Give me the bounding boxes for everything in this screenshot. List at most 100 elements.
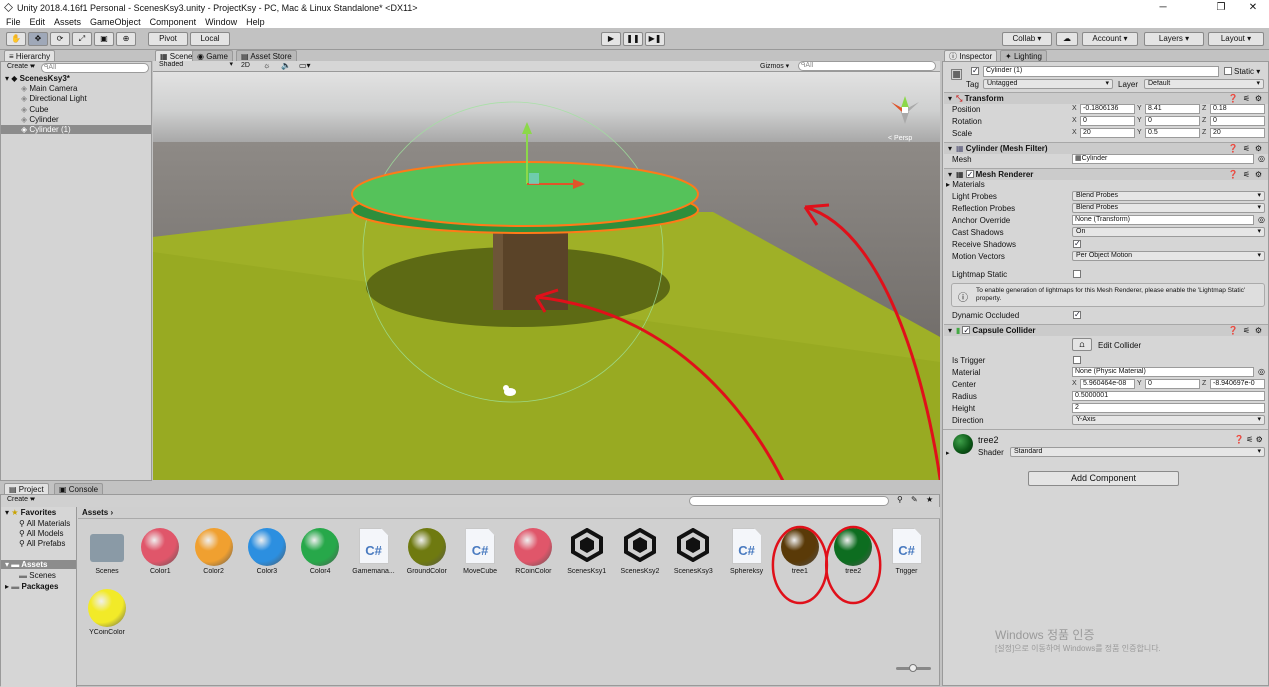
object-name-input[interactable]: Cylinder (1) — [983, 66, 1219, 77]
help-icon[interactable]: ❓ — [1228, 93, 1238, 104]
settings-gear-icon[interactable]: ⚙ — [1255, 143, 1262, 154]
center-y-field[interactable]: 0 — [1145, 379, 1200, 389]
asset-tree1[interactable]: tree1 — [775, 520, 825, 576]
preset-icon[interactable]: ⚟ — [1243, 169, 1250, 180]
rotation-z-field[interactable]: 0 — [1210, 116, 1265, 126]
center-x-field[interactable]: 5.960464e-08 — [1080, 379, 1135, 389]
scale-z-field[interactable]: 20 — [1210, 128, 1265, 138]
asset-ycoincolor[interactable]: YCoinColor — [82, 581, 132, 637]
rotation-z-axis-label[interactable]: Z — [1202, 117, 1206, 124]
capsule-enabled-checkbox[interactable] — [962, 325, 971, 336]
2d-toggle[interactable]: 2D — [241, 62, 250, 69]
asset-scenes[interactable]: Scenes — [82, 520, 132, 576]
physic-material-field[interactable]: None (Physic Material) — [1072, 367, 1254, 377]
position-x-field[interactable]: -0.1806136 — [1080, 104, 1135, 114]
cloud-icon[interactable]: ☁ — [1056, 32, 1078, 46]
assets-node[interactable]: ▾ ▬ Assets — [1, 560, 76, 569]
asset-color3[interactable]: Color3 — [242, 520, 292, 576]
hierarchy-item-directional-light[interactable]: ◈ Directional Light — [21, 94, 87, 103]
scenes-folder-node[interactable]: ▬ Scenes — [19, 571, 56, 580]
motion-vectors-dropdown[interactable]: Per Object Motion — [1072, 251, 1265, 261]
preset-icon[interactable]: ⚟ — [1243, 93, 1250, 104]
add-component-button[interactable]: Add Component — [1028, 471, 1179, 486]
asset-movecube[interactable]: C# MoveCube — [455, 520, 505, 576]
reflection-probes-dropdown[interactable]: Blend Probes — [1072, 203, 1265, 213]
scale-y-axis-label[interactable]: Y — [1137, 129, 1142, 136]
capsule-collider-header[interactable]: ▾▮ Capsule Collider ❓ ⚟ ⚙ — [944, 324, 1268, 336]
filter-type-icon[interactable]: ⚲ — [897, 495, 903, 504]
layers-dropdown[interactable]: Layers ▾ — [1144, 32, 1204, 46]
asset-gamemana[interactable]: C# Gamemana... — [349, 520, 399, 576]
center-z-field[interactable]: -8.940697e-0 — [1210, 379, 1265, 389]
shader-dropdown[interactable]: Standard — [1010, 447, 1265, 457]
settings-gear-icon[interactable]: ⚙ — [1255, 93, 1262, 104]
layout-dropdown[interactable]: Layout ▾ — [1208, 32, 1264, 46]
filter-label-icon[interactable]: ✎ — [911, 495, 918, 504]
active-checkbox[interactable] — [971, 66, 979, 75]
asset-sphereksy[interactable]: C# Sphereksy — [722, 520, 772, 576]
hierarchy-item-main-camera[interactable]: ◈ Main Camera — [21, 84, 77, 93]
position-z-axis-label[interactable]: Z — [1202, 105, 1206, 112]
edit-collider-icon[interactable]: ⩍ — [1072, 338, 1092, 351]
static-dropdown[interactable]: Static ▾ — [1234, 67, 1260, 76]
menu-component[interactable]: Component — [150, 17, 197, 27]
object-picker-icon[interactable]: ◎ — [1258, 367, 1265, 376]
hierarchy-create-button[interactable]: Create ▾ — [4, 63, 38, 73]
menu-edit[interactable]: Edit — [30, 17, 46, 27]
asset-tree2[interactable]: tree2 — [828, 520, 878, 576]
static-checkbox[interactable] — [1224, 67, 1232, 75]
rotation-y-field[interactable]: 0 — [1145, 116, 1200, 126]
is-trigger-checkbox[interactable] — [1073, 356, 1081, 364]
menu-assets[interactable]: Assets — [54, 17, 81, 27]
scale-x-axis-label[interactable]: X — [1072, 129, 1077, 136]
asset-scenesksy3[interactable]: ScenesKsy3 — [668, 520, 718, 576]
material-help-icon[interactable]: ❓ ⚟ ⚙ — [1234, 435, 1263, 444]
help-icon[interactable]: ❓ — [1228, 169, 1238, 180]
rotate-tool-icon[interactable]: ⟳ — [50, 32, 70, 46]
project-create-button[interactable]: Create ▾ — [4, 496, 38, 506]
favorite-all-models[interactable]: ⚲ All Models — [19, 529, 64, 538]
position-y-axis-label[interactable]: Y — [1137, 105, 1142, 112]
asset-color4[interactable]: Color4 — [295, 520, 345, 576]
scale-z-axis-label[interactable]: Z — [1202, 129, 1206, 136]
zoom-slider-thumb[interactable] — [909, 664, 917, 672]
play-button-icon[interactable]: ▶ — [601, 32, 621, 46]
move-tool-icon[interactable]: ✥ — [28, 32, 48, 46]
perspective-label[interactable]: < Persp — [888, 135, 912, 142]
scale-y-field[interactable]: 0.5 — [1145, 128, 1200, 138]
mesh-filter-header[interactable]: ▾ ▦ Cylinder (Mesh Filter) ❓ ⚟ ⚙ — [944, 142, 1268, 154]
anchor-override-field[interactable]: None (Transform) — [1072, 215, 1254, 225]
hierarchy-search-input[interactable]: ᑫAll — [41, 63, 149, 73]
hand-tool-icon[interactable]: ✋ — [6, 32, 26, 46]
radius-field[interactable]: 0.5000001 — [1072, 391, 1265, 401]
height-field[interactable]: 2 — [1072, 403, 1265, 413]
mesh-renderer-header[interactable]: ▾▦ Mesh Renderer ❓ ⚟ ⚙ — [944, 168, 1268, 180]
settings-gear-icon[interactable]: ⚙ — [1255, 325, 1262, 336]
asset-trigger[interactable]: C# Trigger — [882, 520, 932, 576]
help-icon[interactable]: ❓ — [1228, 143, 1238, 154]
scene-search-input[interactable]: ᑫAll — [798, 61, 936, 71]
scene-viewport[interactable]: < Persp — [153, 72, 940, 480]
asset-groundcolor[interactable]: GroundColor — [402, 520, 452, 576]
asset-rcoincolor[interactable]: RCoinColor — [508, 520, 558, 576]
asset-scenesksy1[interactable]: ScenesKsy1 — [562, 520, 612, 576]
mesh-field[interactable]: ▦Cylinder — [1072, 154, 1254, 164]
step-button-icon[interactable]: ▶❚ — [645, 32, 665, 46]
scale-x-field[interactable]: 20 — [1080, 128, 1135, 138]
position-z-field[interactable]: 0.18 — [1210, 104, 1265, 114]
close-button[interactable]: ✕ — [1238, 0, 1268, 15]
object-picker-icon[interactable]: ◎ — [1258, 154, 1265, 163]
settings-gear-icon[interactable]: ⚙ — [1255, 169, 1262, 180]
favorite-all-materials[interactable]: ⚲ All Materials — [19, 519, 70, 528]
mesh-renderer-enabled-checkbox[interactable] — [965, 169, 974, 180]
audio-toggle-icon[interactable]: 🔈 — [281, 61, 291, 70]
pivot-toggle[interactable]: Pivot — [148, 32, 188, 46]
gizmos-dropdown[interactable]: Gizmos ▾ — [760, 62, 789, 70]
hierarchy-item-cylinder[interactable]: ◈ Cylinder — [21, 115, 59, 124]
scale-tool-icon[interactable]: ⤢ — [72, 32, 92, 46]
layer-dropdown[interactable]: Default — [1144, 79, 1264, 89]
asset-color2[interactable]: Color2 — [189, 520, 239, 576]
asset-color1[interactable]: Color1 — [135, 520, 185, 576]
cast-shadows-dropdown[interactable]: On — [1072, 227, 1265, 237]
scene-root[interactable]: ▾ ◆ ScenesKsy3* — [5, 74, 70, 83]
